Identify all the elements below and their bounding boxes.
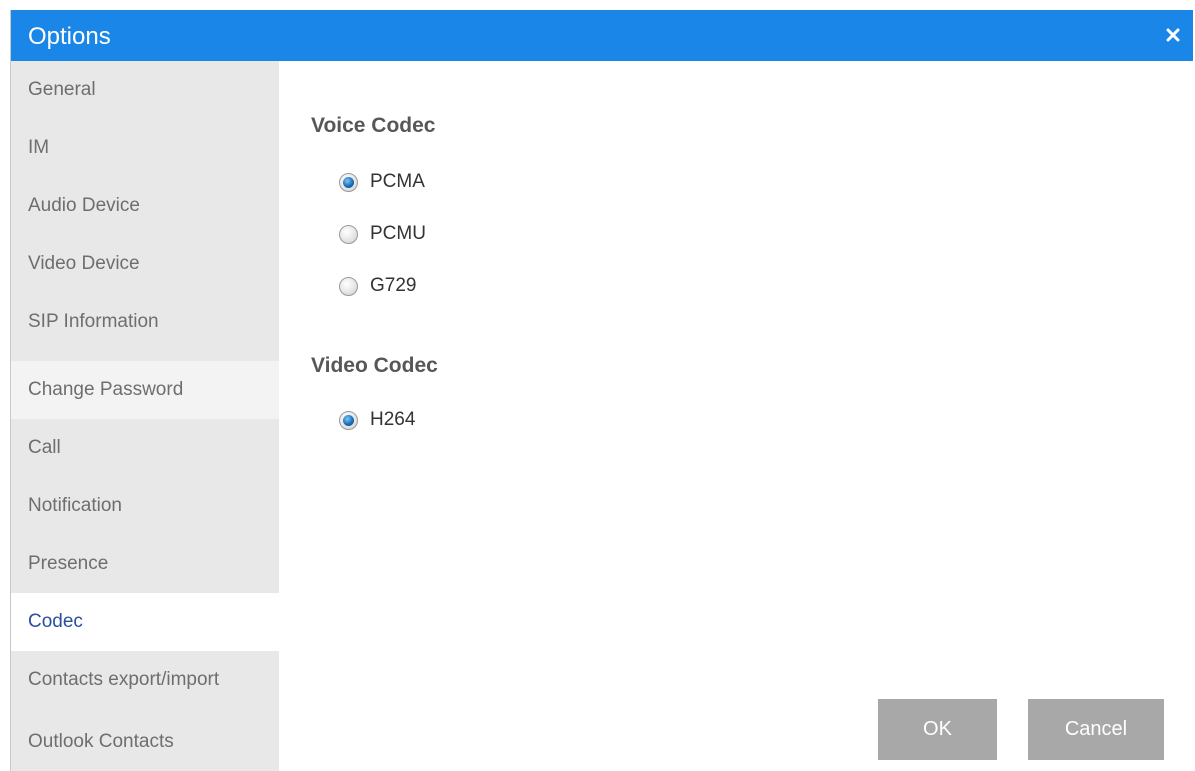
radio-option-pcmu[interactable]: PCMU [339,223,426,245]
sidebar-item-notification[interactable]: Notification [11,477,279,535]
radio-option-g729[interactable]: G729 [339,275,416,297]
sidebar-item-general[interactable]: General [11,61,279,119]
title-bar: Options [11,10,1193,61]
radio-label: H264 [370,409,416,430]
radio-option-pcma[interactable]: PCMA [339,171,425,193]
ok-button[interactable]: OK [878,699,997,760]
sidebar-item-audio-device[interactable]: Audio Device [11,177,279,235]
sidebar-item-video-device[interactable]: Video Device [11,235,279,293]
radio-button[interactable] [339,276,358,296]
dialog-title: Options [28,23,111,50]
sidebar-item-contacts-export-import[interactable]: Contacts export/import [11,651,279,709]
radio-option-h264[interactable]: H264 [339,409,415,431]
close-icon [1166,28,1180,42]
radio-button-checked[interactable] [339,410,358,430]
sidebar-item-presence[interactable]: Presence [11,535,279,593]
sidebar-item-sip-information[interactable]: SIP Information [11,293,279,351]
options-sidebar: General IM Audio Device Video Device SIP… [11,61,279,771]
close-button[interactable] [1161,23,1185,47]
radio-label: PCMU [370,223,426,244]
video-codec-heading: Video Codec [311,354,438,377]
sidebar-item-change-password[interactable]: Change Password [11,361,279,419]
codec-panel: Voice Codec PCMA PCMU G729 Video Codec H… [279,61,1193,771]
sidebar-item-call[interactable]: Call [11,419,279,477]
voice-codec-heading: Voice Codec [311,114,436,137]
sidebar-item-outlook-contacts[interactable]: Outlook Contacts [11,713,279,771]
cancel-button[interactable]: Cancel [1028,699,1164,760]
radio-label: G729 [370,275,417,296]
radio-button[interactable] [339,224,358,244]
radio-label: PCMA [370,171,425,192]
radio-button-checked[interactable] [339,172,358,192]
options-dialog: Options General IM Audio Device Video De… [10,10,1193,771]
sidebar-item-im[interactable]: IM [11,119,279,177]
sidebar-item-codec[interactable]: Codec [11,593,279,651]
